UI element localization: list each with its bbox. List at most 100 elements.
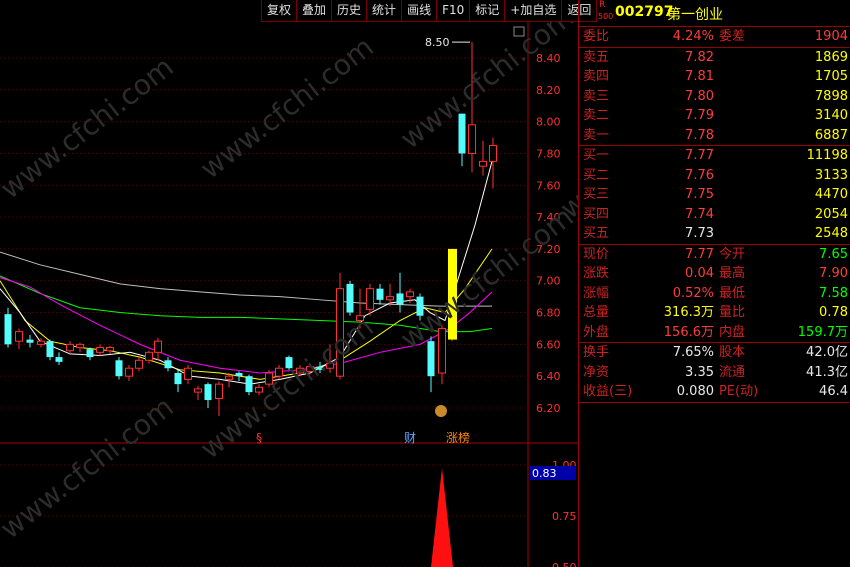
candle-body-up (15, 331, 23, 342)
candle-body-down (427, 341, 435, 377)
candle-body-up (386, 296, 394, 301)
candle-body-down (204, 384, 212, 401)
toolbar-button-1[interactable]: 叠加 (296, 0, 333, 22)
ask-row-2-value: 7.79 (685, 108, 714, 123)
toolbar-button-6[interactable]: 标记 (469, 0, 506, 22)
candle-body-up (215, 383, 223, 399)
quote-row-3-label: 总量 (583, 305, 610, 320)
quote-row-3-label2: 量比 (719, 305, 746, 320)
candle-body-up (66, 343, 74, 352)
fund-row-1-label: 净资 (583, 364, 610, 380)
quote-row-3: 总量 316.3万 量比 0.78 (579, 303, 850, 323)
bid-row-2: 买二 7.76 3133 (579, 166, 850, 186)
bid-row-4-value2: 2054 (814, 206, 848, 222)
ask-row-2: 卖二 7.79 3140 (579, 106, 850, 126)
candle-body-up (106, 347, 114, 352)
toolbar-button-5[interactable]: F10 (436, 0, 471, 22)
watermark-text: www.cfchi.com (0, 390, 180, 545)
candle-body-up (145, 351, 153, 361)
indicator-tick-label: 0.75 (552, 510, 577, 523)
quote-row-2-label2: 最低 (719, 285, 746, 301)
candle-body-up (135, 359, 143, 369)
price-tick-label: 7.00 (536, 275, 561, 288)
ask-row-4: 卖四 7.81 1705 (579, 67, 850, 87)
quote-row-1-label2: 最高 (719, 266, 746, 281)
candle-body-down (245, 376, 253, 393)
top-list-marker: 涨榜 (446, 430, 470, 445)
toolbar-button-0[interactable]: 复权 (261, 0, 298, 22)
candle-body-down (174, 372, 182, 385)
kline-chart[interactable]: 8.40 8.20 8.00 7.80 7.60 7.40 7.20 7.00 6.80 6.60… (0, 0, 578, 567)
fund-row-2-label: 收益(三) (583, 384, 633, 399)
quote-row-1-label: 涨跌 (583, 266, 610, 281)
candle-body-up (154, 340, 162, 353)
candle-body-down (86, 349, 94, 358)
ask-row-5: 卖五 7.82 1869 (579, 48, 850, 68)
quote-stats: 现价 7.77 今开 7.65 涨跌 0.04 最高 7.90 涨幅 0.52% 最低 7.58 总量 3… (579, 245, 850, 343)
toolbar-button-4[interactable]: 画线 (401, 0, 438, 22)
toolbar-button-3[interactable]: 统计 (366, 0, 403, 22)
price-tick-label: 6.80 (536, 307, 561, 320)
candle-body-up (225, 375, 233, 380)
ask-row-1-label: 卖一 (583, 127, 610, 143)
quote-row-0: 现价 7.77 今开 7.65 (579, 245, 850, 265)
quote-row-0-label2: 今开 (719, 246, 746, 262)
ask-row-1: 卖一 7.78 6887 (579, 126, 850, 146)
toolbar-button-2[interactable]: 历史 (331, 0, 368, 22)
price-tick-label: 6.20 (536, 402, 561, 415)
bid-row-1-label: 买一 (583, 148, 610, 163)
ask-row-3-value2: 7898 (814, 88, 848, 104)
quote-row-3-value: 316.3万 (663, 305, 714, 320)
fund-row-0-label2: 股本 (719, 345, 746, 360)
bid-row-3-label: 买三 (583, 187, 610, 202)
ask-row-5-label: 卖五 (583, 49, 610, 65)
candle-body-up (76, 343, 84, 349)
price-tick-label: 6.40 (536, 370, 561, 383)
bid-row-1-value: 7.77 (685, 148, 714, 163)
fund-row-1: 净资 3.35 流通 41.3亿 (579, 363, 850, 383)
candle-body-down (164, 360, 172, 369)
quote-row-0-value: 7.77 (685, 246, 714, 262)
fund-row-0-value: 7.65% (672, 345, 714, 360)
quote-panel: R 500 002797 第一创业 委比 4.24% 委差 1904 卖五 7.8… (578, 0, 850, 567)
price-tick-label: 8.20 (536, 84, 561, 97)
kline-svg[interactable]: 8.408.208.007.807.607.407.207.006.806.60… (0, 0, 578, 567)
bid-row-4: 买四 7.74 2054 (579, 205, 850, 225)
fund-row-1-label2: 流通 (719, 364, 746, 380)
finance-marker: 财 (404, 431, 416, 445)
candle-body-up (366, 288, 374, 310)
candle-body-up (479, 160, 487, 167)
stock-header: R 500 002797 第一创业 (579, 0, 850, 27)
quote-row-0-value2: 7.65 (819, 246, 848, 262)
fund-row-0-label: 换手 (583, 345, 610, 360)
order-ratio-row: 委比 4.24% 委差 1904 (579, 27, 850, 48)
index-badge-500: 500 (598, 12, 614, 21)
fund-row-0: 换手 7.65% 股本 42.0亿 (579, 343, 850, 363)
ask-row-1-value: 7.78 (685, 127, 714, 143)
bid-levels: 买一 7.77 11198 买二 7.76 3133 买三 7.75 4470 买四 7.74 205… (579, 146, 850, 245)
quote-row-4-value2: 159.7万 (797, 324, 848, 340)
bid-row-2-label: 买二 (583, 167, 610, 183)
toolbar-button-7[interactable]: +加自选 (504, 0, 563, 22)
indicator-value: 0.83 (532, 467, 557, 480)
stock-name[interactable]: 第一创业 (667, 4, 723, 24)
candle-body-down (4, 314, 12, 345)
candle-body-up (125, 367, 133, 377)
fund-row-2: 收益(三) 0.080 PE(动) 46.4 (579, 382, 850, 402)
quote-row-1-value2: 7.90 (819, 266, 848, 281)
candle-body-up (489, 144, 497, 162)
chart-toolbar: 复权 叠加 历史 统计 画线 F10 标记 +加自选 返回 (261, 0, 598, 22)
candle-body-down (55, 357, 63, 362)
fund-row-2-label2: PE(动) (719, 384, 759, 399)
candle-body-up (96, 347, 104, 353)
bid-row-2-value2: 3133 (814, 167, 848, 183)
price-tick-label: 6.60 (536, 338, 561, 351)
stock-code[interactable]: 002797 (615, 4, 673, 20)
quote-row-4: 外盘 156.6万 内盘 159.7万 (579, 323, 850, 343)
ask-row-4-value: 7.81 (685, 69, 714, 84)
candle-body-up (406, 291, 414, 298)
fund-row-1-value: 3.35 (685, 364, 714, 380)
ask-row-1-value2: 6887 (814, 127, 848, 143)
ask-row-3: 卖三 7.80 7898 (579, 87, 850, 107)
fund-row-2-value: 0.080 (676, 384, 714, 399)
